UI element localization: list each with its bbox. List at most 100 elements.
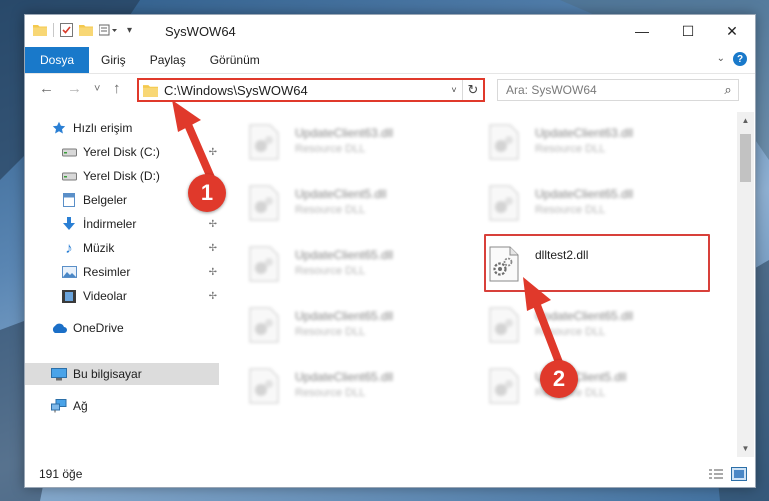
file-item[interactable]: UpdateClient63.dll Resource DLL bbox=[465, 118, 695, 170]
file-description: Resource DLL bbox=[295, 265, 366, 277]
pin-icon[interactable]: ✢ bbox=[209, 219, 217, 230]
sidebar-item-network[interactable]: Ağ bbox=[25, 395, 219, 417]
dll-file-icon bbox=[489, 185, 519, 221]
ribbon-expand-icon[interactable]: ⌄ bbox=[717, 53, 725, 64]
file-item[interactable]: UpdateClient65.dll Resource DLL bbox=[225, 362, 455, 414]
address-bar[interactable]: C:\Windows\SysWOW64 ˅ ↻ bbox=[137, 78, 485, 102]
file-description: Resource DLL bbox=[295, 387, 366, 399]
computer-icon bbox=[51, 366, 67, 382]
large-icons-view-icon[interactable] bbox=[731, 467, 747, 481]
music-icon: ♪ bbox=[65, 239, 73, 257]
sidebar-item-label: Belgeler bbox=[83, 193, 128, 207]
file-description: Resource DLL bbox=[295, 204, 366, 216]
sidebar-item-this-pc[interactable]: Bu bilgisayar bbox=[25, 363, 219, 385]
tab-label: Görünüm bbox=[209, 53, 260, 67]
cloud-icon bbox=[51, 320, 67, 336]
scroll-down-icon[interactable]: ▼ bbox=[737, 440, 754, 457]
dll-file-icon bbox=[489, 307, 519, 343]
dll-file-icon bbox=[249, 368, 279, 404]
sidebar-item-videos[interactable]: Videolar ✢ bbox=[25, 285, 219, 307]
search-input[interactable] bbox=[498, 82, 718, 98]
file-item[interactable]: UpdateClient63.dll Resource DLL bbox=[225, 118, 455, 170]
scroll-up-icon[interactable]: ▲ bbox=[737, 112, 754, 129]
folder-icon[interactable] bbox=[33, 24, 47, 36]
tab-dosya[interactable]: Dosya bbox=[25, 47, 90, 73]
dll-file-icon bbox=[489, 124, 519, 160]
up-arrow-icon[interactable]: ↑ bbox=[113, 80, 121, 97]
file-description: Resource DLL bbox=[295, 143, 366, 155]
toolbar-dropdown-icon[interactable]: ▾ bbox=[127, 25, 132, 36]
ribbon-tabs: Dosya Giriş Paylaş Görünüm bbox=[25, 47, 755, 74]
file-name: UpdateClient65.dll bbox=[295, 309, 394, 323]
file-name: UpdateClient63.dll bbox=[295, 126, 394, 140]
maximize-icon: ☐ bbox=[681, 22, 695, 39]
pin-icon[interactable]: ✢ bbox=[209, 243, 217, 254]
customize-toolbar-icon[interactable] bbox=[99, 24, 121, 36]
file-explorer-window: ▾ SysWOW64 — ☐ ✕ Dosya Giriş Paylaş Görü… bbox=[24, 14, 756, 488]
pin-icon[interactable]: ✢ bbox=[209, 147, 217, 158]
sidebar-item-downloads[interactable]: İndirmeler ✢ bbox=[25, 213, 219, 235]
file-highlight-box bbox=[484, 234, 710, 292]
sidebar-item-label: Ağ bbox=[73, 399, 88, 413]
drive-icon bbox=[61, 144, 77, 160]
navigation-bar: ← → ˅ ↑ C:\Windows\SysWOW64 ˅ ↻ ⌕ bbox=[25, 74, 755, 106]
file-item[interactable]: UpdateClient5.dll Resource DLL bbox=[225, 179, 455, 231]
back-arrow-icon[interactable]: ← bbox=[39, 80, 54, 97]
tab-label: Giriş bbox=[101, 53, 126, 67]
file-name: UpdateClient5.dll bbox=[295, 187, 387, 201]
minimize-button[interactable]: — bbox=[619, 15, 665, 47]
sidebar-item-label: Hızlı erişim bbox=[73, 121, 133, 135]
refresh-icon[interactable]: ↻ bbox=[462, 80, 483, 100]
minimize-icon: — bbox=[635, 23, 649, 39]
status-bar: 191 öğe bbox=[25, 461, 755, 487]
star-icon bbox=[51, 120, 67, 136]
help-icon[interactable]: ? bbox=[733, 52, 747, 66]
details-view-icon[interactable] bbox=[708, 467, 724, 481]
drive-icon bbox=[61, 168, 77, 184]
file-item[interactable]: UpdateClient65.dll Resource DLL bbox=[225, 301, 455, 353]
tab-paylas[interactable]: Paylaş bbox=[138, 47, 198, 73]
recent-locations-icon[interactable]: ˅ bbox=[94, 83, 100, 95]
download-icon bbox=[61, 216, 77, 232]
step-2-badge: 2 bbox=[540, 360, 578, 398]
dll-file-icon bbox=[249, 307, 279, 343]
pin-icon[interactable]: ✢ bbox=[209, 291, 217, 302]
tab-gorunum[interactable]: Görünüm bbox=[198, 47, 272, 73]
file-item[interactable]: UpdateClient65.dll Resource DLL bbox=[225, 240, 455, 292]
file-item[interactable]: UpdateClient65.dll Resource DLL bbox=[465, 179, 695, 231]
maximize-button[interactable]: ☐ bbox=[665, 15, 711, 47]
file-description: Resource DLL bbox=[535, 326, 606, 338]
close-icon: ✕ bbox=[726, 22, 738, 39]
quick-access-toolbar: ▾ bbox=[33, 23, 132, 37]
sidebar-item-pictures[interactable]: Resimler ✢ bbox=[25, 261, 219, 283]
file-item[interactable]: UpdateClient5.dll Resource DLL bbox=[465, 362, 695, 414]
sidebar-item-label: İndirmeler bbox=[83, 217, 137, 231]
scrollbar-thumb[interactable] bbox=[740, 134, 751, 182]
search-icon[interactable]: ⌕ bbox=[718, 82, 738, 98]
search-box[interactable]: ⌕ bbox=[497, 79, 739, 101]
file-item[interactable]: UpdateClient65.dll Resource DLL bbox=[465, 301, 695, 353]
folder-icon bbox=[143, 84, 158, 97]
sidebar-item-label: OneDrive bbox=[73, 321, 124, 335]
file-description: Resource DLL bbox=[295, 326, 366, 338]
step-1-badge: 1 bbox=[188, 174, 226, 212]
sidebar-item-music[interactable]: ♪ Müzik ✢ bbox=[25, 237, 219, 259]
sidebar-item-local-disk-c[interactable]: Yerel Disk (C:) ✢ bbox=[25, 141, 219, 163]
close-button[interactable]: ✕ bbox=[709, 15, 755, 47]
file-name: UpdateClient65.dll bbox=[295, 248, 394, 262]
tab-giris[interactable]: Giriş bbox=[89, 47, 138, 73]
tab-label: Paylaş bbox=[149, 53, 186, 67]
new-folder-icon[interactable] bbox=[79, 24, 93, 36]
vertical-scrollbar[interactable]: ▲ ▼ bbox=[737, 112, 754, 457]
tab-label: Dosya bbox=[40, 53, 75, 67]
address-dropdown-icon[interactable]: ˅ bbox=[446, 85, 462, 95]
properties-icon[interactable] bbox=[60, 23, 73, 37]
file-name: UpdateClient65.dll bbox=[535, 309, 634, 323]
pin-icon[interactable]: ✢ bbox=[209, 267, 217, 278]
forward-arrow-icon[interactable]: → bbox=[67, 80, 82, 97]
sidebar-item-quick-access[interactable]: Hızlı erişim bbox=[25, 117, 219, 139]
dll-file-icon bbox=[249, 124, 279, 160]
window-title: SysWOW64 bbox=[165, 24, 236, 39]
sidebar-item-label: Resimler bbox=[83, 265, 131, 279]
sidebar-item-onedrive[interactable]: OneDrive bbox=[25, 317, 219, 339]
